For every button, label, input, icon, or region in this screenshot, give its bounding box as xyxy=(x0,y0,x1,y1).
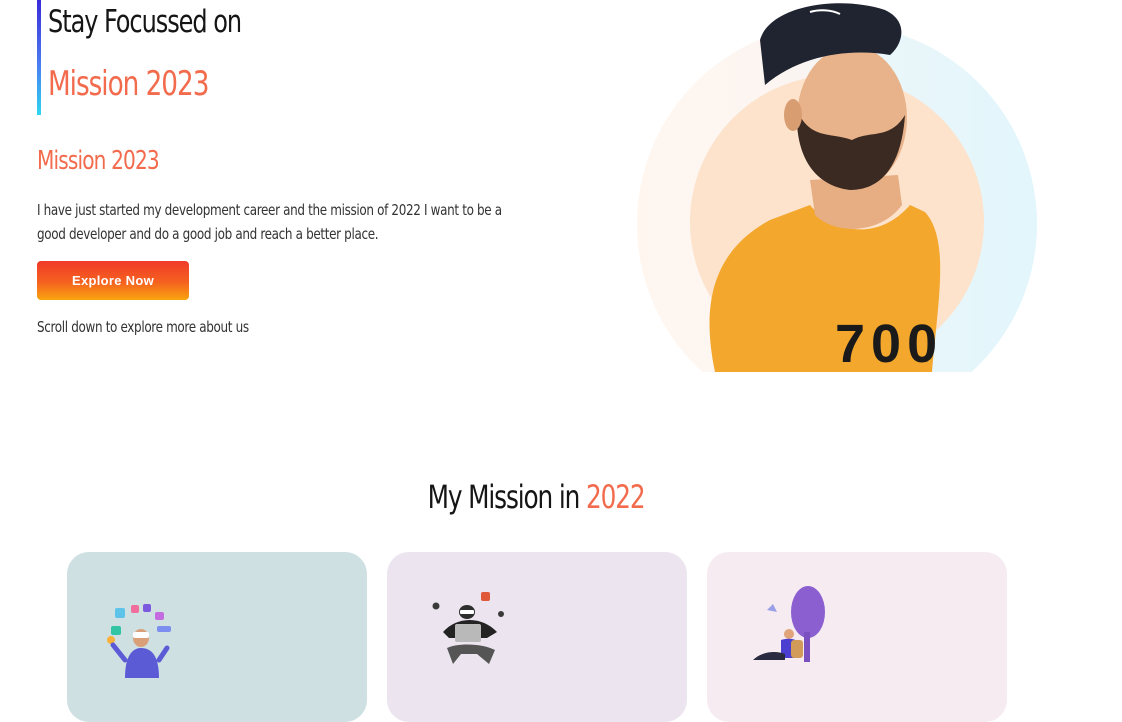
hero-visual: 700 xyxy=(620,0,1060,372)
mission-card[interactable] xyxy=(387,552,687,722)
mission-title-prefix: My Mission in xyxy=(428,478,587,516)
mission-card[interactable] xyxy=(707,552,1007,722)
hero-accent-bar xyxy=(37,0,41,115)
laptop-person-illustration-icon xyxy=(432,592,504,664)
scroll-hint: Scroll down to explore more about us xyxy=(37,318,249,336)
hero-title-line1: Stay Focussed on xyxy=(48,4,242,40)
explore-now-button[interactable]: Explore Now xyxy=(37,261,189,300)
portrait-photo-icon: 700 xyxy=(709,3,943,372)
svg-text:700: 700 xyxy=(835,314,943,372)
mission-title-highlight: 2022 xyxy=(586,478,646,516)
hero-title-line2: Mission 2023 xyxy=(48,64,209,104)
mission-card[interactable] xyxy=(67,552,367,722)
mission-section-title: My Mission in 2022 xyxy=(0,478,1073,516)
reading-tree-illustration-icon xyxy=(753,586,825,662)
hero-description: I have just started my development caree… xyxy=(37,201,502,243)
vr-juggler-illustration-icon xyxy=(107,604,171,678)
hero-subheading: Mission 2023 xyxy=(37,146,160,176)
